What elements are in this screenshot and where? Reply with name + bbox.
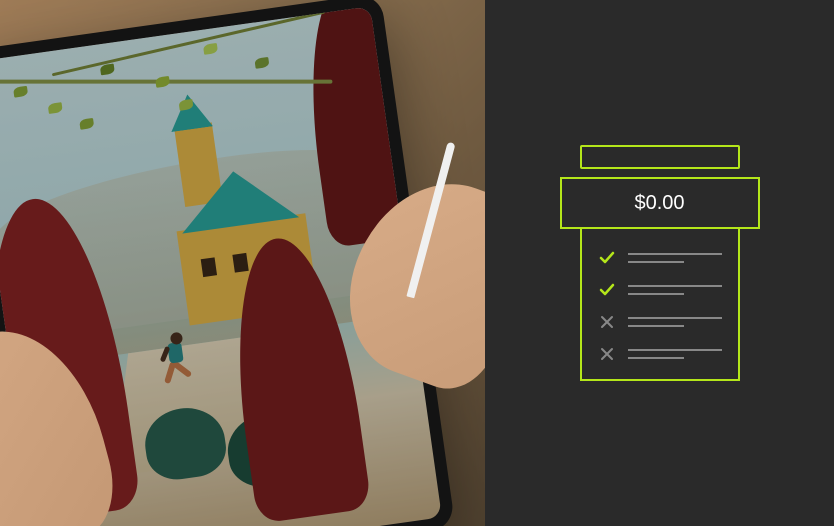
receipt-line-item [598,345,722,363]
illustration-window [265,248,281,268]
leaf-icon [79,118,94,130]
receipt-line-item [598,249,722,267]
check-icon [598,249,616,267]
receipt-item-text [628,253,722,263]
receipt-total-value: $0.00 [634,192,684,215]
receipt-item-text [628,285,722,295]
illustration-runner [154,328,202,393]
x-icon [598,345,616,363]
illustration-mountains [0,134,413,369]
illustration-sky [0,6,410,344]
leaf-icon [13,86,28,98]
receipt-item-text [628,349,722,359]
leaf-icon [155,76,170,88]
leaf-icon [100,63,115,75]
illustration-house [176,213,318,325]
leaf-icon [255,57,270,69]
illustration-branch [0,80,332,84]
receipt-line-item [598,281,722,299]
illustration-house-roof [149,160,325,238]
leaf-icon [178,99,193,111]
illustration-house-tower-roof [158,90,222,133]
receipt-total: $0.00 [560,177,760,229]
illustration-bush [140,403,229,483]
x-icon [598,313,616,331]
leaf-icon [48,102,63,114]
illustration-tree [219,230,372,523]
illustration-window [201,257,217,277]
receipt-item-text [628,317,722,327]
illustration-path [112,325,325,476]
receipt-body [580,229,740,381]
illustration-branch [52,11,325,77]
receipt-slot [580,145,740,169]
illustration-house-tower [174,122,223,207]
receipt-line-item [598,313,722,331]
leaf-icon [203,43,218,55]
hero-image-panel [0,0,485,526]
receipt-illustration: $0.00 [560,145,760,381]
hand-right [326,159,485,402]
check-icon [598,281,616,299]
illustration-bush [223,405,328,492]
pricing-panel: $0.00 [485,0,834,526]
illustration-window [233,253,249,273]
hand-left [0,312,126,526]
